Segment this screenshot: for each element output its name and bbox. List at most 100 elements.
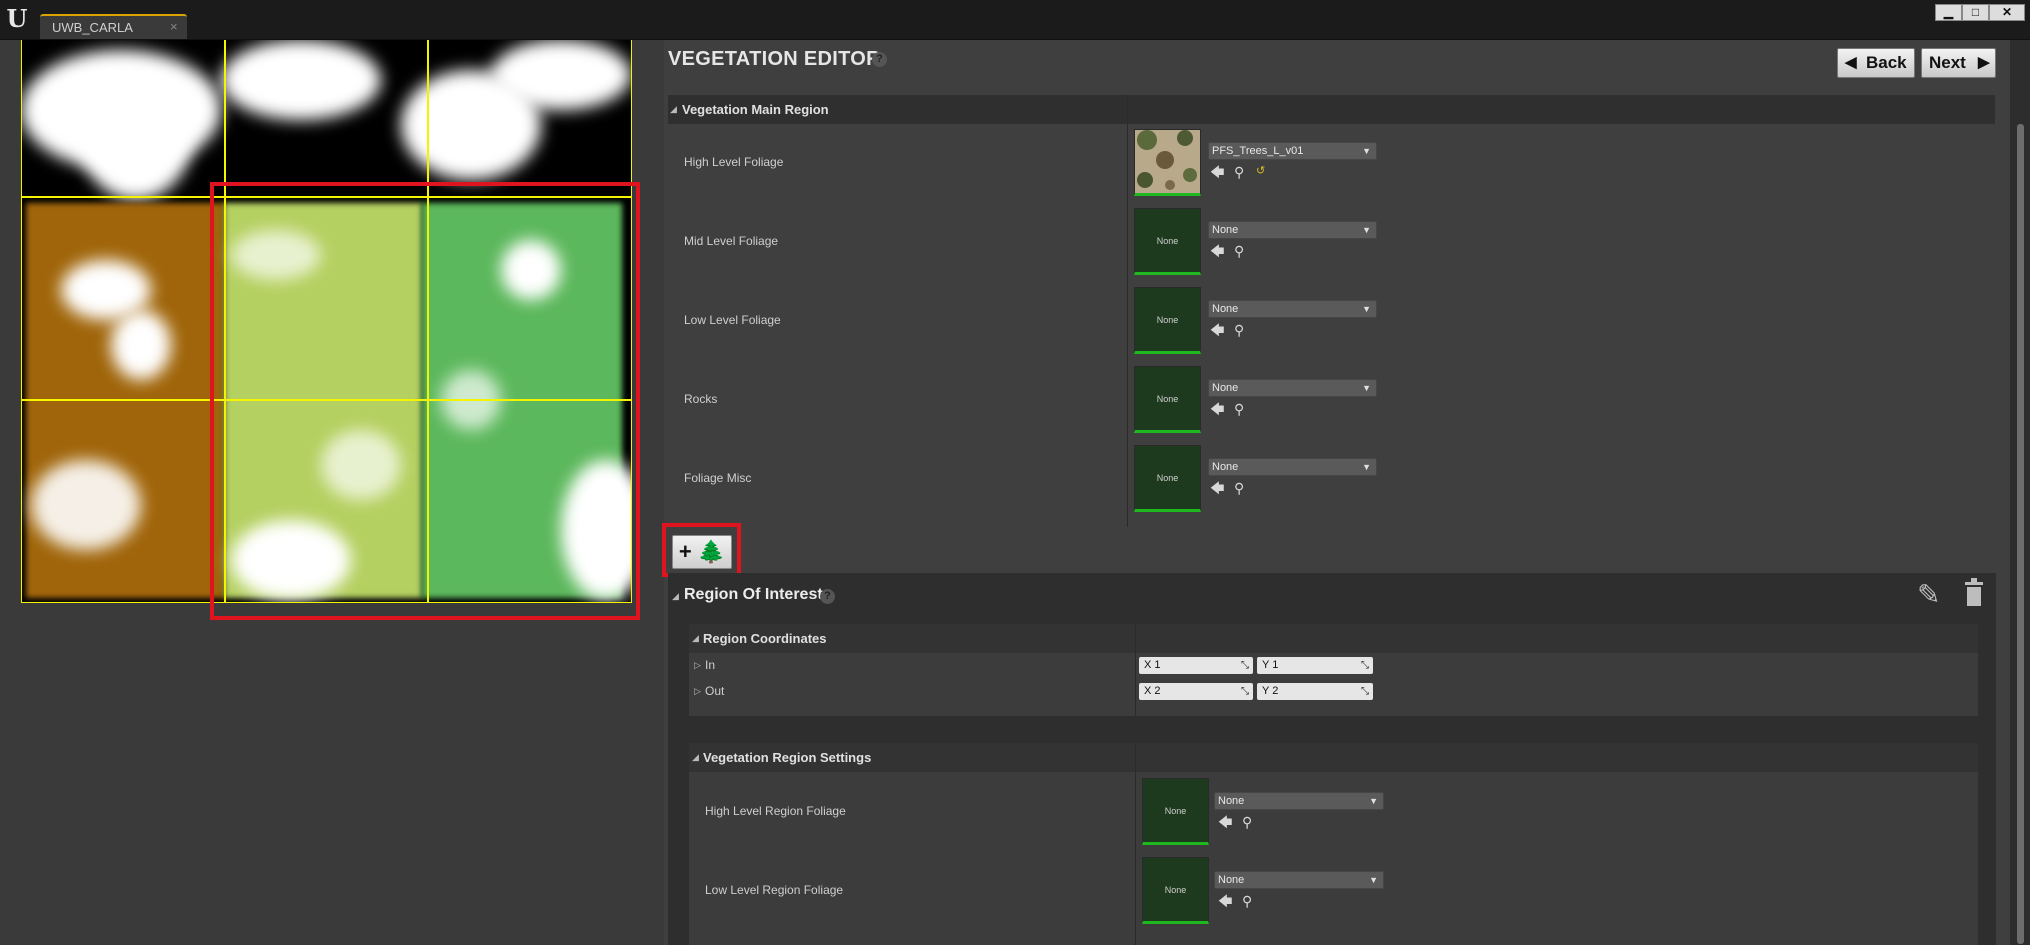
help-icon[interactable]: ?: [820, 589, 835, 604]
chevron-down-icon: ▼: [1369, 796, 1378, 806]
collapse-arrow-icon[interactable]: ◢: [692, 752, 699, 763]
use-selected-arrow-icon[interactable]: 🡄: [1210, 322, 1224, 338]
in-x-field[interactable]: X 1 ⤡: [1139, 657, 1253, 674]
next-label: Next: [1929, 53, 1966, 72]
trash-shape: [1965, 578, 1983, 606]
vertical-scrollbar[interactable]: [2017, 124, 2024, 944]
foliage-asset-dropdown[interactable]: None ▼: [1208, 379, 1377, 397]
expand-arrow-icon[interactable]: ▷: [694, 686, 701, 697]
region-highlight: [210, 182, 640, 620]
delete-trash-icon[interactable]: [1962, 576, 1986, 608]
help-icon[interactable]: ?: [872, 52, 887, 67]
prop-label-foliage-misc: Foliage Misc: [684, 471, 752, 485]
foliage-asset-dropdown[interactable]: None ▼: [1214, 792, 1384, 810]
chevron-down-icon: ▼: [1362, 304, 1371, 314]
asset-thumbnail[interactable]: None: [1134, 445, 1201, 512]
map-cloud: [491, 40, 631, 110]
prop-label-low-foliage: Low Level Foliage: [684, 313, 781, 327]
browse-search-icon[interactable]: ⚲: [1234, 322, 1244, 338]
use-selected-arrow-icon[interactable]: 🡄: [1218, 814, 1232, 830]
back-button[interactable]: ◀ Back: [1837, 48, 1915, 78]
maximize-button[interactable]: □: [1962, 4, 1989, 21]
in-y-value: Y 1: [1262, 659, 1279, 671]
foliage-asset-dropdown[interactable]: PFS_Trees_L_v01 ▼: [1208, 142, 1377, 160]
settings-title: Vegetation Region Settings: [703, 750, 872, 765]
coords-header[interactable]: ◢ Region Coordinates: [689, 624, 1978, 653]
use-selected-arrow-icon[interactable]: 🡄: [1210, 401, 1224, 417]
out-y-field[interactable]: Y 2 ⤡: [1257, 683, 1373, 700]
map-cloud: [111, 310, 171, 380]
asset-thumbnail[interactable]: None: [1142, 857, 1209, 924]
collapse-arrow-icon[interactable]: ◢: [672, 591, 679, 602]
spin-drag-icon[interactable]: ⤡: [1361, 683, 1369, 700]
in-y-field[interactable]: Y 1 ⤡: [1257, 657, 1373, 674]
tab-label: UWB_CARLA: [52, 20, 133, 35]
close-window-button[interactable]: ✕: [1989, 4, 2025, 21]
browse-search-icon[interactable]: ⚲: [1234, 480, 1244, 496]
settings-block: [689, 743, 1978, 945]
unreal-logo-icon: U: [6, 4, 28, 33]
dropdown-value: PFS_Trees_L_v01: [1212, 145, 1304, 157]
minimize-button[interactable]: ▁: [1935, 4, 1962, 21]
asset-thumbnail[interactable]: None: [1142, 778, 1209, 845]
in-label: In: [705, 658, 716, 672]
use-selected-arrow-icon[interactable]: 🡄: [1210, 480, 1224, 496]
foliage-asset-dropdown[interactable]: None ▼: [1208, 300, 1377, 318]
prop-label-mid-foliage: Mid Level Foliage: [684, 234, 779, 248]
use-selected-arrow-icon[interactable]: 🡄: [1218, 893, 1232, 909]
column-divider: [1127, 95, 1128, 527]
out-x-field[interactable]: X 2 ⤡: [1139, 683, 1253, 700]
main-region-header[interactable]: ◢ Vegetation Main Region: [668, 95, 1995, 124]
tab-close-icon[interactable]: ×: [170, 19, 178, 34]
browse-search-icon[interactable]: ⚲: [1234, 401, 1244, 417]
dropdown-value: None: [1218, 795, 1245, 807]
main-region-title: Vegetation Main Region: [682, 102, 829, 117]
browse-search-icon[interactable]: ⚲: [1242, 814, 1252, 830]
asset-thumbnail[interactable]: None: [1134, 208, 1201, 275]
foliage-asset-dropdown[interactable]: None ▼: [1208, 458, 1377, 476]
dropdown-value: None: [1212, 461, 1239, 473]
dropdown-value: None: [1212, 382, 1239, 394]
map-cloud: [221, 40, 381, 120]
back-arrow-icon: ◀: [1845, 54, 1857, 71]
asset-thumbnail[interactable]: None: [1134, 366, 1201, 433]
prop-label-high-region-foliage: High Level Region Foliage: [705, 804, 846, 818]
map-cloud: [31, 460, 141, 550]
edit-pencil-icon[interactable]: ✎: [1917, 578, 1940, 611]
settings-header[interactable]: ◢ Vegetation Region Settings: [689, 743, 1978, 772]
column-divider: [1135, 624, 1136, 716]
chevron-down-icon: ▼: [1362, 146, 1371, 156]
prop-label-high-foliage: High Level Foliage: [684, 155, 784, 169]
spin-drag-icon[interactable]: ⤡: [1361, 657, 1369, 674]
reset-to-default-icon[interactable]: ↺: [1256, 163, 1265, 179]
next-arrow-icon: ▶: [1978, 54, 1990, 71]
roi-title: Region Of Interest: [684, 586, 823, 603]
expand-arrow-icon[interactable]: ▷: [694, 660, 701, 671]
browse-search-icon[interactable]: ⚲: [1234, 243, 1244, 259]
out-x-value: X 2: [1144, 685, 1161, 697]
grid-line: [21, 40, 22, 603]
dropdown-value: None: [1218, 874, 1245, 886]
browse-search-icon[interactable]: ⚲: [1234, 164, 1244, 180]
in-x-value: X 1: [1144, 659, 1161, 671]
collapse-arrow-icon[interactable]: ◢: [692, 633, 699, 644]
use-selected-arrow-icon[interactable]: 🡄: [1210, 164, 1224, 180]
collapse-arrow-icon[interactable]: ◢: [670, 104, 677, 115]
next-button[interactable]: Next ▶: [1921, 48, 1996, 78]
out-y-value: Y 2: [1262, 685, 1279, 697]
asset-thumbnail[interactable]: [1134, 129, 1201, 196]
spin-drag-icon[interactable]: ⤡: [1241, 683, 1249, 700]
prop-label-rocks: Rocks: [684, 392, 718, 406]
browse-search-icon[interactable]: ⚲: [1242, 893, 1252, 909]
asset-thumbnail[interactable]: None: [1134, 287, 1201, 354]
use-selected-arrow-icon[interactable]: 🡄: [1210, 243, 1224, 259]
chevron-down-icon: ▼: [1362, 383, 1371, 393]
document-tab[interactable]: UWB_CARLA ×: [40, 14, 187, 39]
out-label: Out: [705, 684, 725, 698]
foliage-asset-dropdown[interactable]: None ▼: [1208, 221, 1377, 239]
prop-label-low-region-foliage: Low Level Region Foliage: [705, 883, 844, 897]
button-highlight: [662, 523, 741, 577]
foliage-asset-dropdown[interactable]: None ▼: [1214, 871, 1384, 889]
spin-drag-icon[interactable]: ⤡: [1241, 657, 1249, 674]
back-label: Back: [1866, 53, 1907, 72]
